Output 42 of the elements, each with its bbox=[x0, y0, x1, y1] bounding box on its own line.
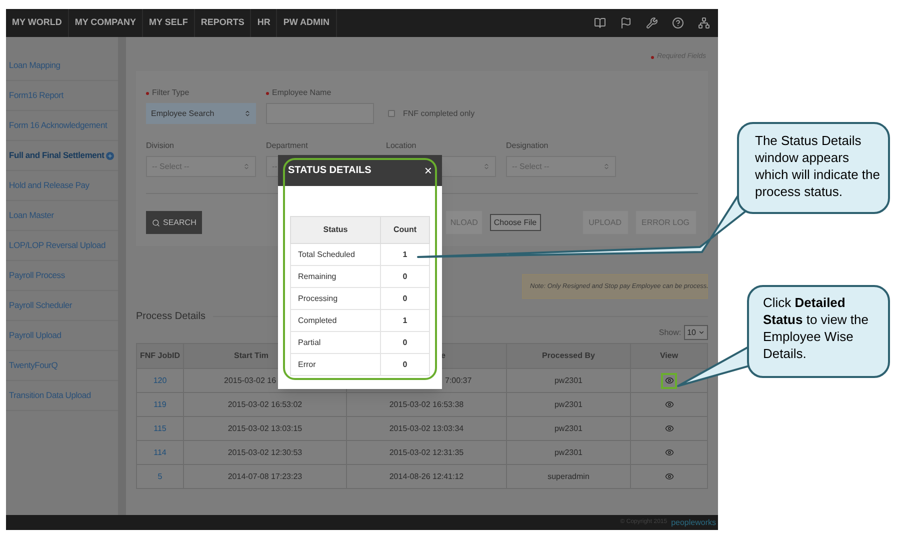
callout-text: Click Detailed Status to view the Employee Wise Details. bbox=[763, 295, 868, 361]
table-cell: 0 bbox=[380, 266, 430, 288]
column-header: Status bbox=[290, 216, 380, 244]
column-header: Processed By bbox=[506, 344, 630, 368]
table-cell: Processing bbox=[290, 288, 380, 310]
table-cell: Completed bbox=[290, 310, 380, 332]
column-header: Count bbox=[380, 216, 430, 244]
table-cell: 0 bbox=[380, 288, 430, 310]
column-header: FNF JobID bbox=[136, 344, 184, 368]
dialog-title: STATUS DETAILS bbox=[288, 164, 372, 178]
table-cell: pw2301 bbox=[506, 368, 630, 392]
table-cell: 2015-03-02 13:03:15 bbox=[184, 416, 346, 440]
footer-logo: peopleworks bbox=[671, 516, 716, 528]
table-cell: Error bbox=[290, 354, 380, 376]
table-cell: Total Scheduled bbox=[290, 244, 380, 266]
show-label: Show: bbox=[658, 326, 682, 338]
table-cell: 2014-08-26 12:41:12 bbox=[346, 464, 506, 488]
table-cell: pw2301 bbox=[506, 392, 630, 416]
table-cell: pw2301 bbox=[506, 416, 630, 440]
field-label: Employee Name bbox=[272, 87, 332, 99]
field-label: Location bbox=[386, 140, 418, 152]
table-cell: 2015-03-02 16:53:02 bbox=[184, 392, 346, 416]
column-header: View bbox=[630, 344, 708, 368]
table-cell: superadmin bbox=[506, 464, 630, 488]
field-label: Division bbox=[146, 140, 176, 152]
table-cell: Remaining bbox=[290, 266, 380, 288]
table-cell: 2015-03-02 12:31:35 bbox=[346, 440, 506, 464]
section-title: Process Details bbox=[136, 310, 206, 324]
table-cell: Partial bbox=[290, 332, 380, 354]
checkbox-label: FNF completed only bbox=[403, 108, 475, 120]
table-cell: 2014-07-08 17:23:23 bbox=[184, 464, 346, 488]
callout-text: The Status Details window appears which will indicate the process status. bbox=[755, 133, 880, 199]
table-cell: 2015-03-02 16:53:38 bbox=[346, 392, 506, 416]
field-label: Designation bbox=[506, 140, 550, 152]
field-label: Filter Type bbox=[152, 87, 190, 99]
field-label: Department bbox=[266, 140, 309, 152]
table-cell: 0 bbox=[380, 354, 430, 376]
table-cell: 2015-03-02 12:30:53 bbox=[184, 440, 346, 464]
table-cell: 0 bbox=[380, 332, 430, 354]
table-cell: 2015-03-02 13:03:34 bbox=[346, 416, 506, 440]
table-cell: pw2301 bbox=[506, 440, 630, 464]
table-cell: 1 bbox=[380, 310, 430, 332]
